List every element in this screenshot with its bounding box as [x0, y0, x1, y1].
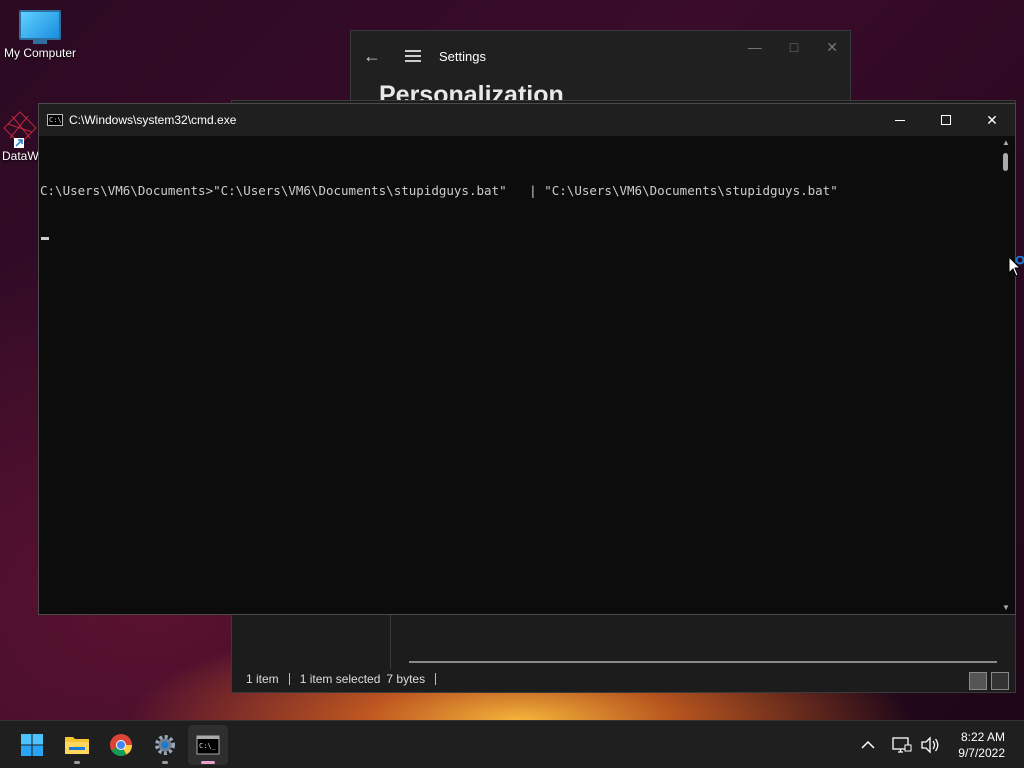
taskbar-settings[interactable]	[145, 725, 185, 765]
details-view-icon[interactable]	[969, 672, 987, 690]
svg-text:C:\_: C:\_	[199, 742, 217, 750]
network-icon[interactable]	[890, 733, 914, 757]
chevron-up-icon[interactable]	[856, 733, 880, 757]
desktop-icon-label: My Computer	[3, 46, 77, 60]
terminal-icon: C:\_	[196, 735, 220, 755]
chrome-icon	[110, 734, 132, 756]
text-cursor	[41, 237, 49, 240]
title-bar[interactable]: C:\ C:\Windows\system32\cmd.exe ✕	[39, 104, 1015, 136]
system-tray: 8:22 AM 9/7/2022	[854, 721, 1024, 768]
taskbar: C:\_ 8:22 AM 9/7/2022	[0, 720, 1024, 768]
close-icon[interactable]: ✕	[826, 39, 838, 56]
taskbar-cmd[interactable]: C:\_	[188, 725, 228, 765]
scroll-up-icon[interactable]: ▲	[1002, 138, 1010, 147]
item-count: 1 item	[246, 672, 279, 686]
mouse-pointer-icon	[1008, 256, 1024, 277]
running-indicator	[162, 761, 168, 764]
selection-size: 7 bytes	[386, 672, 426, 686]
window-title: Settings	[439, 48, 486, 64]
running-indicator	[201, 761, 215, 764]
minimize-button[interactable]	[877, 104, 923, 136]
gear-icon	[155, 735, 175, 755]
taskbar-chrome[interactable]	[101, 725, 141, 765]
back-arrow-icon[interactable]: ←	[363, 46, 387, 67]
desktop-icon-label: DataW	[2, 149, 39, 163]
selection-count: 1 item selected	[299, 672, 381, 686]
windows-logo-icon	[21, 734, 43, 756]
minimize-icon	[895, 119, 905, 121]
volume-icon[interactable]	[918, 733, 942, 757]
vertical-scrollbar[interactable]: ▲ ▼	[998, 136, 1015, 614]
scroll-down-icon[interactable]: ▼	[1002, 603, 1010, 612]
minimize-icon[interactable]: —	[748, 39, 762, 56]
desktop-icon-my-computer[interactable]: My Computer	[0, 10, 80, 60]
close-icon: ✕	[986, 111, 998, 128]
datawrapper-shortcut-icon	[3, 111, 37, 148]
horizontal-scrollbar[interactable]	[409, 661, 997, 663]
large-icons-view-icon[interactable]	[991, 672, 1009, 690]
taskbar-file-explorer[interactable]	[57, 725, 97, 765]
running-indicator	[74, 761, 80, 764]
console-output[interactable]: C:\Users\VM6\Documents>"C:\Users\VM6\Doc…	[39, 136, 998, 614]
close-button[interactable]: ✕	[969, 104, 1015, 136]
folder-icon	[65, 737, 89, 754]
console-line: C:\Users\VM6\Documents>"C:\Users\VM6\Doc…	[40, 183, 838, 198]
clock[interactable]: 8:22 AM 9/7/2022	[944, 729, 1024, 761]
maximize-button[interactable]	[923, 104, 969, 136]
desktop-icon-dataw[interactable]: DataW	[0, 108, 40, 163]
monitor-icon	[19, 10, 61, 44]
clock-date: 9/7/2022	[958, 746, 1005, 760]
clock-time: 8:22 AM	[960, 730, 1005, 744]
maximize-icon[interactable]: □	[790, 39, 798, 56]
status-bar: 1 item 1 item selected 7 bytes	[246, 670, 437, 688]
terminal-icon: C:\	[47, 114, 63, 126]
scroll-thumb[interactable]	[1003, 153, 1008, 171]
pane-divider[interactable]	[390, 614, 391, 669]
hamburger-menu-icon[interactable]	[405, 47, 421, 65]
window-title: C:\Windows\system32\cmd.exe	[69, 113, 237, 127]
cmd-window[interactable]: C:\ C:\Windows\system32\cmd.exe ✕ C:\Use…	[38, 103, 1016, 615]
maximize-icon	[941, 115, 951, 125]
start-button[interactable]	[12, 725, 52, 765]
